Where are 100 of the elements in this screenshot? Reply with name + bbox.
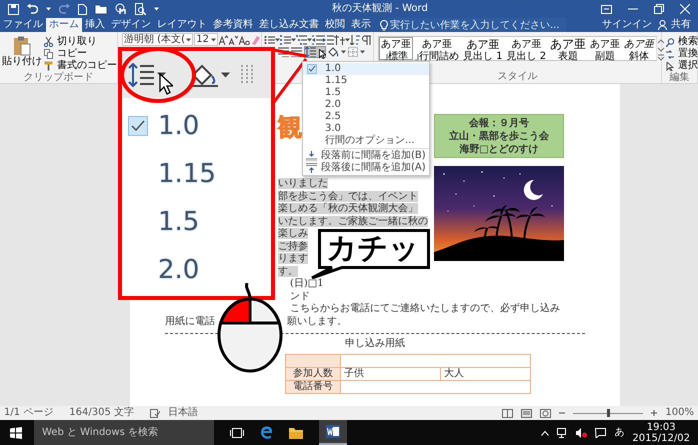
scroll-up-icon[interactable] [657, 37, 666, 45]
chevron-up-icon[interactable] [541, 430, 550, 436]
menu-item[interactable]: 1.0 [303, 63, 429, 75]
format-painter-button[interactable]: 書式のコピー [44, 60, 117, 72]
ribbon-tab[interactable]: 参考資料 [210, 18, 256, 32]
menu-item[interactable]: 3.0 [303, 123, 429, 135]
callout-menu-item[interactable]: 1.0 [122, 102, 271, 150]
line-spacing-icon[interactable] [128, 62, 154, 86]
style-item[interactable]: あア亜 標準 [379, 37, 413, 60]
caret-icon[interactable] [211, 38, 216, 42]
share-button[interactable]: 共有 [655, 18, 694, 32]
touch-mode-icon[interactable] [115, 3, 127, 15]
undo-icon[interactable] [27, 4, 38, 14]
browser-icon[interactable] [260, 426, 273, 439]
font-name-field[interactable]: 游明朝 (本文( [122, 33, 194, 46]
style-item[interactable]: あア亜 見出し 2 [504, 37, 548, 60]
asian-layout-icon[interactable] [334, 34, 345, 44]
close-icon[interactable] [680, 4, 690, 14]
justify-icon[interactable] [291, 47, 302, 57]
shading-icon[interactable] [328, 47, 339, 57]
tell-me-field[interactable]: 実行したい作業を入力してください... [388, 18, 566, 32]
multilevel-list-icon[interactable] [296, 34, 307, 44]
menu-item[interactable]: 2.5 [303, 111, 429, 123]
task-view-icon[interactable] [230, 428, 244, 438]
print-layout-icon[interactable] [521, 408, 532, 418]
font-size-field[interactable]: 12 [194, 33, 218, 46]
word-taskbar-button[interactable] [319, 420, 347, 445]
caret-icon[interactable] [307, 38, 312, 42]
callout-menu-item[interactable]: 1.5 [122, 198, 271, 246]
grow-font-icon[interactable] [219, 34, 228, 44]
save-icon[interactable] [8, 4, 19, 14]
style-item[interactable]: あア亜 見出し 1 [461, 37, 505, 60]
ribbon-tab[interactable]: 差し込み文書 [256, 18, 322, 32]
sort-icon[interactable] [350, 34, 361, 44]
align-right-icon[interactable] [278, 47, 289, 57]
folder-icon[interactable] [289, 426, 303, 438]
restore-icon[interactable] [654, 4, 664, 14]
network-icon[interactable] [557, 428, 568, 438]
menu-item[interactable]: 段落後に間隔を追加(A) [303, 162, 429, 174]
replace-button[interactable]: 置換 [666, 48, 698, 60]
folder-icon[interactable] [95, 4, 107, 14]
sign-in-link[interactable]: サインイン [599, 18, 655, 32]
paste-button[interactable]: 貼り付け [0, 36, 44, 72]
caret-icon[interactable] [186, 38, 192, 42]
ribbon-tab[interactable]: デザイン [108, 18, 154, 32]
caret-icon[interactable] [360, 50, 365, 54]
ribbon-tab[interactable]: 表示 [348, 18, 374, 32]
more-icon[interactable] [657, 53, 666, 61]
style-item[interactable]: あア亜 行間詰め [413, 37, 461, 60]
paragraph-mark-icon[interactable] [361, 34, 372, 44]
menu-item[interactable]: 2.0 [303, 99, 429, 111]
numbering-icon[interactable] [280, 34, 291, 44]
scroll-down-icon[interactable] [657, 45, 666, 53]
ribbon-tab[interactable]: ホーム [46, 18, 82, 32]
style-item[interactable]: あア亜 副題 [588, 37, 622, 60]
increase-indent-icon[interactable] [323, 34, 334, 44]
find-button[interactable]: 検索 [666, 36, 698, 48]
read-mode-icon[interactable] [502, 408, 514, 418]
taskbar-search-field[interactable]: Web と Windows を検索 [34, 420, 214, 445]
caret-icon[interactable] [341, 50, 346, 54]
windows-start-icon[interactable] [10, 426, 22, 438]
copy-button[interactable]: コピー [44, 48, 117, 60]
ribbon-tab[interactable]: 挿入 [82, 18, 108, 32]
shrink-font-icon[interactable] [229, 34, 238, 44]
notification-icon[interactable] [595, 428, 606, 438]
menu-item[interactable]: 段落前に間隔を追加(B) [303, 150, 429, 162]
web-layout-icon[interactable] [540, 408, 552, 418]
borders-icon[interactable] [241, 64, 253, 86]
zoom-in-icon[interactable] [651, 410, 658, 416]
menu-item[interactable]: 行間のオプション... [303, 135, 429, 147]
caret-icon[interactable] [291, 38, 296, 42]
caret-icon[interactable] [275, 38, 280, 42]
slider-thumb[interactable] [607, 408, 610, 416]
cut-button[interactable]: 切り取り [44, 36, 117, 48]
print-preview-icon[interactable] [135, 3, 146, 15]
callout-menu-item[interactable]: 2.0 [122, 246, 271, 294]
proofing-icon[interactable] [150, 408, 160, 418]
caret-icon[interactable] [221, 72, 230, 78]
caret-icon[interactable] [345, 38, 350, 42]
bullets-icon[interactable] [264, 34, 275, 44]
select-button[interactable]: 選択 [666, 60, 698, 72]
zoom-out-icon[interactable] [559, 410, 566, 416]
style-item[interactable]: あア亜 斜体 [622, 37, 656, 60]
ribbon-display-icon[interactable] [601, 4, 612, 14]
style-label: 表題 [558, 51, 578, 62]
change-case-icon[interactable] [239, 34, 250, 44]
callout-menu-item[interactable]: 1.15 [122, 150, 271, 198]
ribbon-tab[interactable]: レイアウト [154, 18, 210, 32]
caret-icon[interactable] [46, 7, 51, 11]
ime-indicator[interactable]: あ [614, 426, 624, 438]
speaker-muted-icon[interactable] [576, 428, 588, 438]
ribbon-tab[interactable]: ファイル [0, 18, 46, 32]
caret-icon[interactable] [154, 7, 159, 11]
new-document-icon[interactable] [78, 4, 87, 14]
ribbon-tab[interactable]: 校閲 [322, 18, 348, 32]
menu-item[interactable]: 1.5 [303, 87, 429, 99]
style-item[interactable]: あア亜 表題 [548, 37, 588, 60]
shading-icon[interactable] [190, 62, 218, 86]
menu-item[interactable]: 1.15 [303, 75, 429, 87]
decrease-indent-icon[interactable] [312, 34, 323, 44]
